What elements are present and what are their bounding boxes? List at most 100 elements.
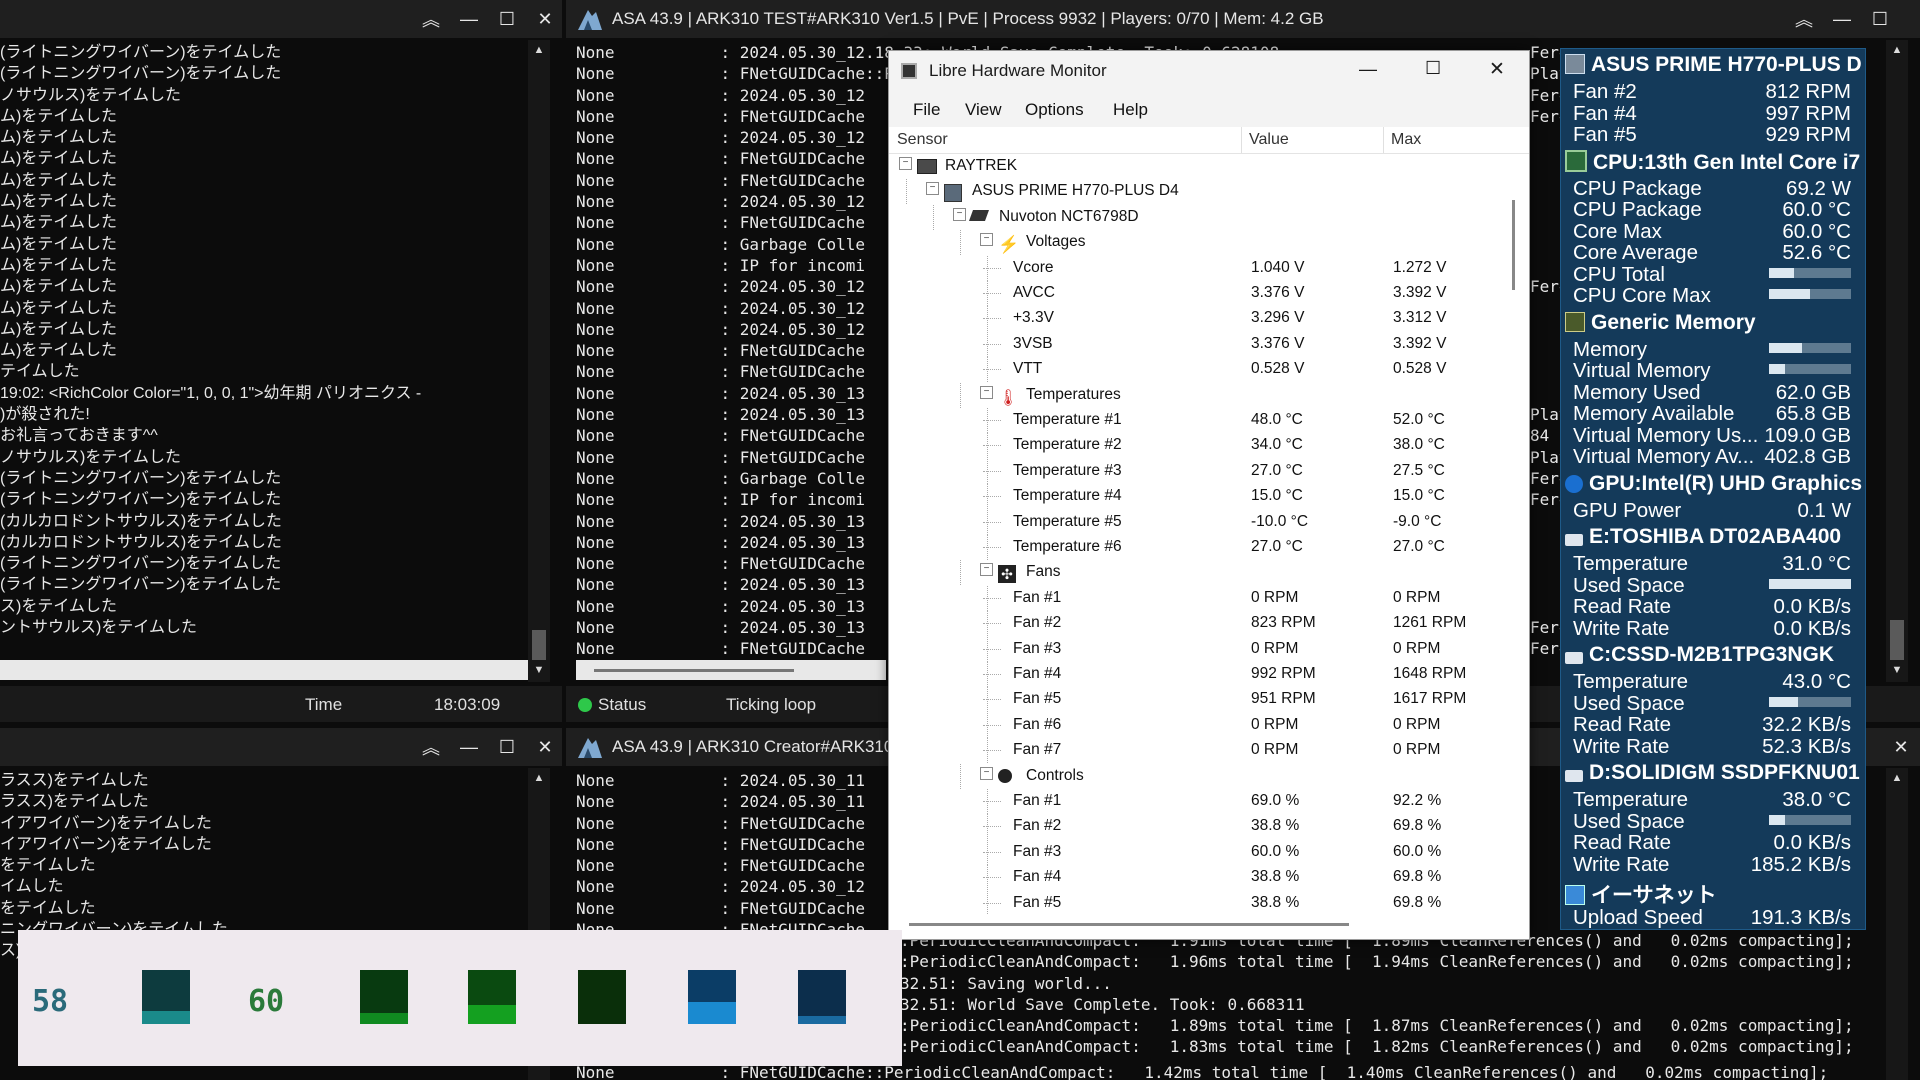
menu-view[interactable]: View (965, 100, 1002, 120)
sensor-row[interactable]: Temperature #6 27.0 °C 27.0 °C (889, 535, 1503, 560)
sensor-row[interactable]: − ✣ Fans (889, 560, 1503, 586)
scroll-thumb[interactable] (1512, 200, 1515, 290)
minimize-button[interactable]: — (450, 0, 488, 38)
scroll-up-icon[interactable]: ▲ (528, 772, 550, 784)
sensor-row[interactable]: Temperature #1 48.0 °C 52.0 °C (889, 408, 1503, 433)
minimize-button[interactable]: — (1359, 59, 1377, 80)
log-line: ノサウルス)をテイムした (0, 86, 182, 104)
expand-collapse-icon[interactable]: − (980, 766, 993, 780)
scroll-up-icon[interactable]: ▲ (528, 44, 550, 56)
sensor-row[interactable]: Fan #7 0 RPM 0 RPM (889, 738, 1503, 764)
scroll-down-icon[interactable]: ▼ (528, 664, 550, 676)
collapse-icon[interactable]: ︽ (412, 728, 450, 766)
sensor-name: Fan #4 (1013, 665, 1062, 682)
sensor-row[interactable]: VTT 0.528 V 0.528 V (889, 357, 1503, 383)
sensor-row[interactable]: Fan #3 60.0 % 60.0 % (889, 839, 1503, 865)
left-top-console-window: ︽ — ☐ ✕ (ライトニングワイバーン)をテイムした (ライトニングワイバーン)… (0, 0, 562, 722)
lhm-scrollbar[interactable] (1503, 154, 1525, 914)
expand-collapse-icon[interactable]: − (926, 182, 939, 196)
server-top-scrollbar[interactable]: ▲ ▼ (1886, 40, 1908, 682)
sensor-row[interactable]: Fan #2 38.8 % 69.8 % (889, 814, 1503, 840)
sensor-row[interactable]: − 🌡 Temperatures (889, 382, 1503, 408)
expand-collapse-icon[interactable]: − (980, 563, 993, 577)
close-button[interactable]: ✕ (1882, 728, 1920, 766)
sensor-row[interactable]: Fan #1 0 RPM 0 RPM (889, 585, 1503, 611)
sensor-row[interactable]: Fan #6 0 RPM 0 RPM (889, 712, 1503, 738)
sensor-row[interactable]: − RAYTREK (889, 154, 1503, 179)
column-sensor[interactable]: Sensor (897, 131, 948, 149)
gadget-sensor: Virtual Memory Us... 109.0 GB (1573, 425, 1851, 446)
log-line: (ライトニングワイバーン)をテイムした (0, 555, 282, 573)
drive-icon (1565, 652, 1583, 664)
minimize-button[interactable]: — (1823, 0, 1861, 38)
sensor-name: Fan #5 (1013, 893, 1062, 911)
maximize-button[interactable]: ☐ (488, 0, 526, 38)
scroll-down-icon[interactable]: ▼ (1886, 664, 1908, 676)
scroll-up-icon[interactable]: ▲ (1886, 772, 1908, 784)
sensor-row[interactable]: − ASUS PRIME H770-PLUS D4 (889, 179, 1503, 205)
log-line: ム)をテイムした (0, 320, 118, 338)
sensor-row[interactable]: Vcore 1.040 V 1.272 V (889, 255, 1503, 281)
horizontal-scroll-thumb[interactable] (594, 669, 794, 672)
column-value[interactable]: Value (1249, 131, 1289, 149)
horizontal-scrollbar[interactable] (0, 660, 528, 680)
expand-collapse-icon[interactable]: − (980, 233, 993, 247)
sensor-row[interactable]: Temperature #5 -10.0 °C -9.0 °C (889, 509, 1503, 535)
sensor-row[interactable]: 3VSB 3.376 V 3.392 V (889, 331, 1503, 357)
expand-collapse-icon[interactable]: − (953, 207, 966, 221)
sensor-row[interactable]: Temperature #3 27.0 °C 27.5 °C (889, 458, 1503, 484)
horizontal-scrollbar[interactable] (576, 660, 886, 680)
sensor-max: 27.0 °C (1393, 538, 1445, 555)
sensor-row[interactable]: AVCC 3.376 V 3.392 V (889, 281, 1503, 306)
sensor-row[interactable]: Temperature #2 34.0 °C 38.0 °C (889, 433, 1503, 459)
scroll-up-icon[interactable]: ▲ (1886, 44, 1908, 56)
sensor-row[interactable]: Fan #3 0 RPM 0 RPM (889, 636, 1503, 662)
left-top-titlebar: ︽ — ☐ ✕ (0, 0, 562, 38)
gadget-group-header: E:TOSHIBA DT02ABA400 (1565, 525, 1851, 549)
lhm-titlebar: Libre Hardware Monitor — ☐ ✕ (889, 51, 1529, 91)
menu-help[interactable]: Help (1113, 100, 1148, 120)
sensor-value: 0 RPM (1251, 639, 1299, 657)
sensor-row[interactable]: Fan #4 38.8 % 69.8 % (889, 865, 1503, 891)
sensor-row[interactable]: − Nuvoton NCT6798D (889, 204, 1503, 230)
scroll-thumb[interactable] (1890, 620, 1904, 660)
sensor-row[interactable]: Fan #4 992 RPM 1648 RPM (889, 662, 1503, 687)
expand-collapse-icon[interactable]: − (980, 385, 993, 399)
log-line: 32.51: Saving world... (900, 973, 1112, 993)
sensor-row[interactable]: − ⚡ Voltages (889, 230, 1503, 256)
gadget-sensor-label: Read Rate (1573, 713, 1672, 736)
log-line: ム)をテイムした (0, 214, 118, 232)
meter-square (468, 970, 516, 1024)
sensor-row[interactable]: Fan #2 823 RPM 1261 RPM (889, 611, 1503, 637)
menu-options[interactable]: Options (1025, 100, 1084, 120)
sensor-row[interactable]: Fan #5 38.8 % 69.8 % (889, 890, 1503, 914)
sensor-row[interactable]: − Controls (889, 763, 1503, 789)
gadget-sensor-value: 52.3 KB/s (1762, 734, 1851, 758)
close-button[interactable]: ✕ (526, 728, 562, 766)
gadget-sensor: Write Rate 0.0 KB/s (1573, 618, 1851, 639)
expand-collapse-icon[interactable]: − (899, 157, 912, 170)
close-button[interactable]: ✕ (526, 0, 562, 38)
maximize-button[interactable]: ☐ (488, 728, 526, 766)
gadget-level-bar (1769, 289, 1851, 299)
sensor-name: +3.3V (1013, 309, 1054, 327)
collapse-icon[interactable]: ︽ (1785, 0, 1823, 38)
server-bottom-scrollbar[interactable]: ▲ (1886, 768, 1908, 1080)
meter-fill (798, 1015, 846, 1024)
collapse-icon[interactable]: ︽ (412, 0, 450, 38)
scroll-thumb[interactable] (532, 630, 546, 660)
lhm-horizontal-scrollbar[interactable] (909, 923, 1349, 926)
maximize-button[interactable]: ☐ (1861, 0, 1899, 38)
sensor-row[interactable]: +3.3V 3.296 V 3.312 V (889, 306, 1503, 332)
sensor-row[interactable]: Fan #5 951 RPM 1617 RPM (889, 687, 1503, 713)
sensor-row[interactable]: Fan #1 69.0 % 92.2 % (889, 789, 1503, 814)
sensor-row[interactable]: Temperature #4 15.0 °C 15.0 °C (889, 484, 1503, 510)
close-button[interactable]: ✕ (1489, 58, 1505, 81)
maximize-button[interactable]: ☐ (1425, 58, 1441, 79)
gadget-sensor: Upload Speed 191.3 KB/s (1573, 907, 1851, 928)
gadget-level-bar (1769, 364, 1851, 374)
column-max[interactable]: Max (1391, 131, 1421, 149)
menu-file[interactable]: File (913, 100, 940, 120)
left-top-scrollbar[interactable]: ▲ ▼ (528, 40, 550, 682)
minimize-button[interactable]: — (450, 728, 488, 766)
